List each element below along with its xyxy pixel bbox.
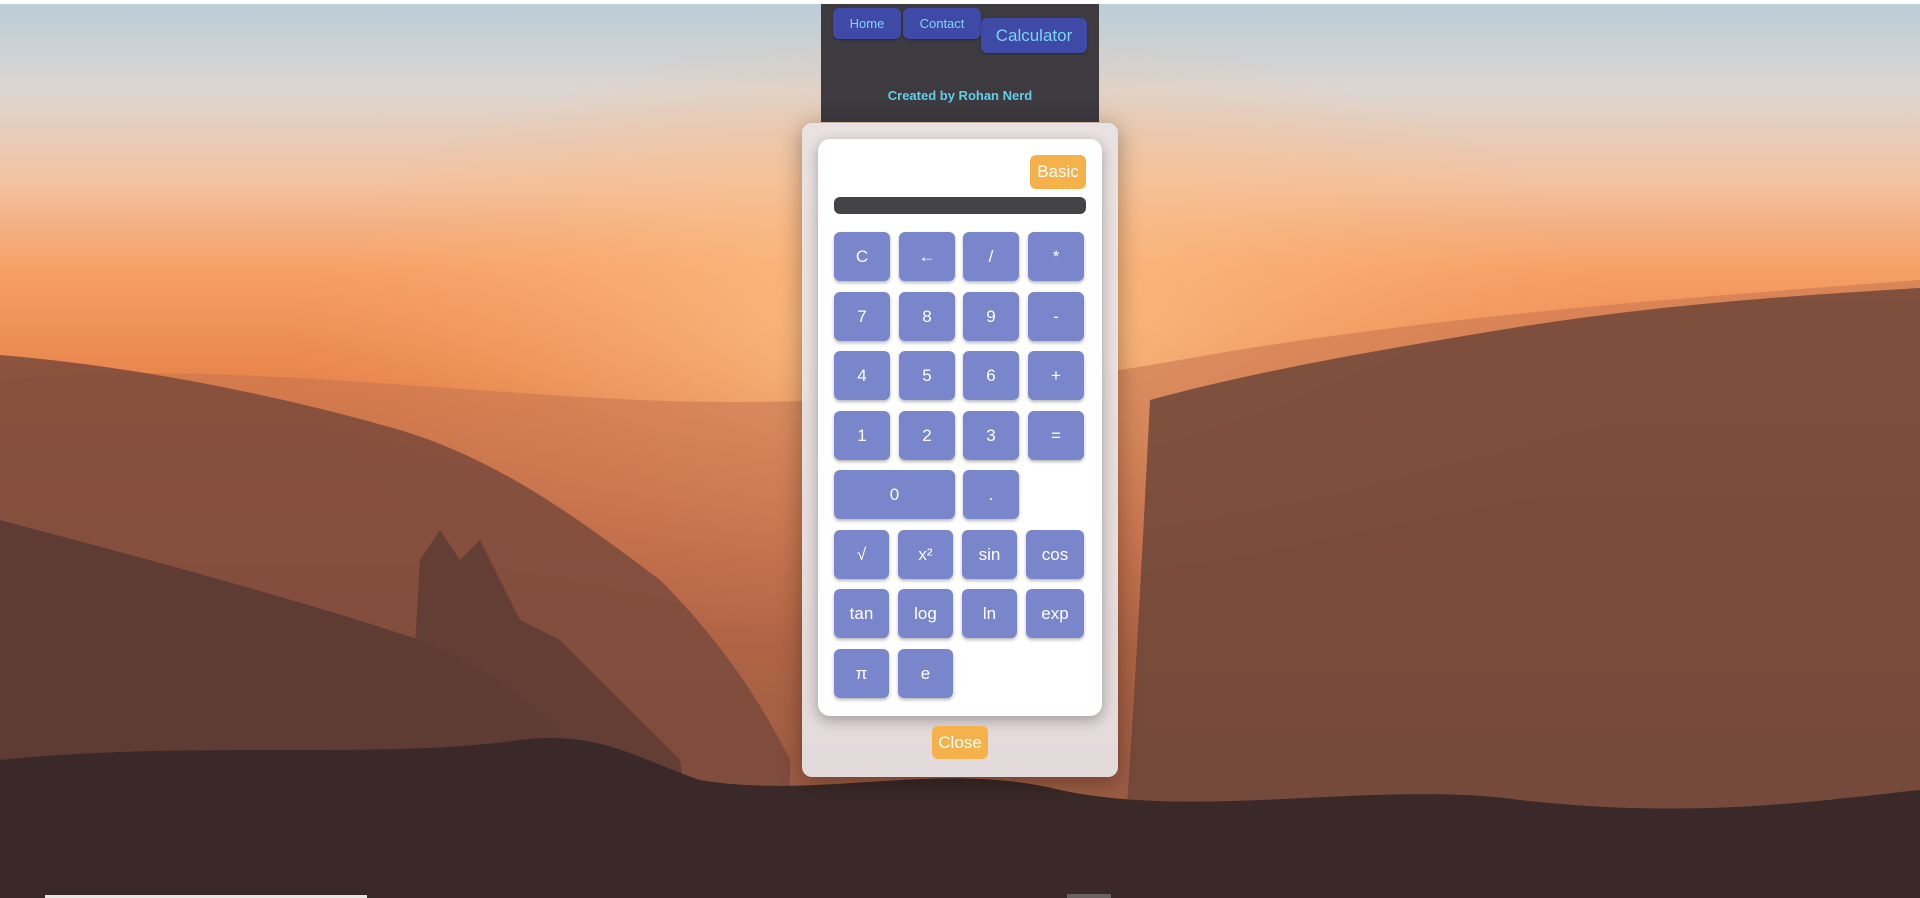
calculator-card: Basic C ← / * 7 8 9 - 4 5 6 + 1 2 3 = 0 … [818,139,1102,716]
digit-2-button[interactable]: 2 [899,411,955,460]
top-nav-panel: Home Contact Calculator Created by Rohan… [821,4,1099,122]
square-button[interactable]: x² [898,530,953,579]
euler-e-button[interactable]: e [898,649,953,698]
close-button[interactable]: Close [932,726,988,759]
sqrt-button[interactable]: √ [834,530,889,579]
calculator-modal: Basic C ← / * 7 8 9 - 4 5 6 + 1 2 3 = 0 … [802,123,1118,777]
mode-toggle-button[interactable]: Basic [1030,155,1086,189]
bottom-strip-mark [1067,894,1111,898]
ln-button[interactable]: ln [962,589,1017,638]
digit-3-button[interactable]: 3 [963,411,1019,460]
divide-button[interactable]: / [963,232,1019,281]
digit-4-button[interactable]: 4 [834,351,890,400]
calculator-display[interactable] [834,197,1086,214]
clear-button[interactable]: C [834,232,890,281]
cos-button[interactable]: cos [1026,530,1084,579]
minus-button[interactable]: - [1028,292,1084,341]
digit-8-button[interactable]: 8 [899,292,955,341]
digit-5-button[interactable]: 5 [899,351,955,400]
digit-1-button[interactable]: 1 [834,411,890,460]
multiply-button[interactable]: * [1028,232,1084,281]
plus-button[interactable]: + [1028,351,1084,400]
home-nav-button[interactable]: Home [833,8,901,39]
decimal-button[interactable]: . [963,470,1019,519]
pi-button[interactable]: π [834,649,889,698]
equals-button[interactable]: = [1028,411,1084,460]
exp-button[interactable]: exp [1026,589,1084,638]
backspace-button[interactable]: ← [899,232,955,281]
digit-9-button[interactable]: 9 [963,292,1019,341]
digit-7-button[interactable]: 7 [834,292,890,341]
log-button[interactable]: log [898,589,953,638]
calculator-nav-button[interactable]: Calculator [981,18,1087,53]
digit-0-button[interactable]: 0 [834,470,955,519]
tan-button[interactable]: tan [834,589,889,638]
contact-nav-button[interactable]: Contact [903,8,981,39]
credit-text: Created by Rohan Nerd [887,88,1033,103]
sin-button[interactable]: sin [962,530,1017,579]
digit-6-button[interactable]: 6 [963,351,1019,400]
